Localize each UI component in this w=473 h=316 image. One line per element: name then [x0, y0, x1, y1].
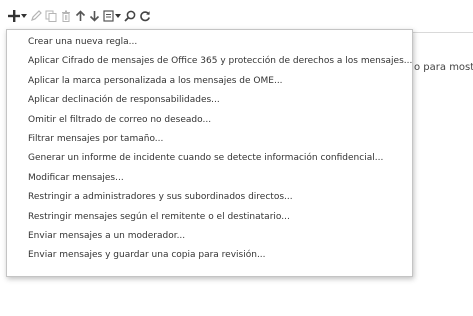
- menu-item-enviar-moderador[interactable]: Enviar mensajes a un moderador...: [7, 227, 412, 246]
- search-button[interactable]: [124, 6, 136, 26]
- trash-icon: [62, 10, 70, 22]
- refresh-button[interactable]: [139, 6, 151, 26]
- menu-item-marca-ome[interactable]: Aplicar la marca personalizada a los men…: [7, 72, 412, 91]
- refresh-icon: [140, 11, 150, 22]
- arrow-down-icon: [89, 11, 100, 22]
- menu-item-restringir-administradores[interactable]: Restringir a administradores y sus subor…: [7, 188, 412, 207]
- divider: [413, 32, 473, 33]
- search-icon: [124, 10, 136, 22]
- new-rule-button[interactable]: [8, 6, 27, 26]
- delete-button[interactable]: [60, 6, 72, 26]
- chevron-down-icon: [115, 14, 121, 18]
- menu-item-restringir-remitente[interactable]: Restringir mensajes según el remitente o…: [7, 208, 412, 227]
- list-placeholder-text: o para mostra: [414, 62, 473, 73]
- menu-item-declinacion[interactable]: Aplicar declinación de responsabilidades…: [7, 91, 412, 110]
- copy-button[interactable]: [45, 6, 57, 26]
- report-icon: [103, 10, 114, 22]
- toolbar: [8, 6, 154, 26]
- menu-item-omitir-filtrado[interactable]: Omitir el filtrado de correo no deseado.…: [7, 111, 412, 130]
- move-up-button[interactable]: [75, 6, 86, 26]
- menu-item-modificar-mensajes[interactable]: Modificar mensajes...: [7, 169, 412, 188]
- menu-item-guardar-copia[interactable]: Enviar mensajes y guardar una copia para…: [7, 246, 412, 265]
- menu-item-informe-incidente[interactable]: Generar un informe de incidente cuando s…: [7, 149, 412, 168]
- move-down-button[interactable]: [89, 6, 100, 26]
- chevron-down-icon: [21, 14, 27, 18]
- menu-item-filtrar-tamano[interactable]: Filtrar mensajes por tamaño...: [7, 130, 412, 149]
- plus-icon: [8, 10, 20, 22]
- menu-item-cifrado-mensajes[interactable]: Aplicar Cifrado de mensajes de Office 36…: [7, 52, 412, 71]
- copy-icon: [45, 10, 57, 22]
- arrow-up-icon: [75, 10, 86, 21]
- new-rule-menu: Crear una nueva regla... Aplicar Cifrado…: [6, 29, 413, 277]
- report-button[interactable]: [103, 6, 121, 26]
- pencil-icon: [31, 10, 42, 21]
- edit-button[interactable]: [30, 6, 42, 26]
- menu-item-crear-regla[interactable]: Crear una nueva regla...: [7, 33, 412, 52]
